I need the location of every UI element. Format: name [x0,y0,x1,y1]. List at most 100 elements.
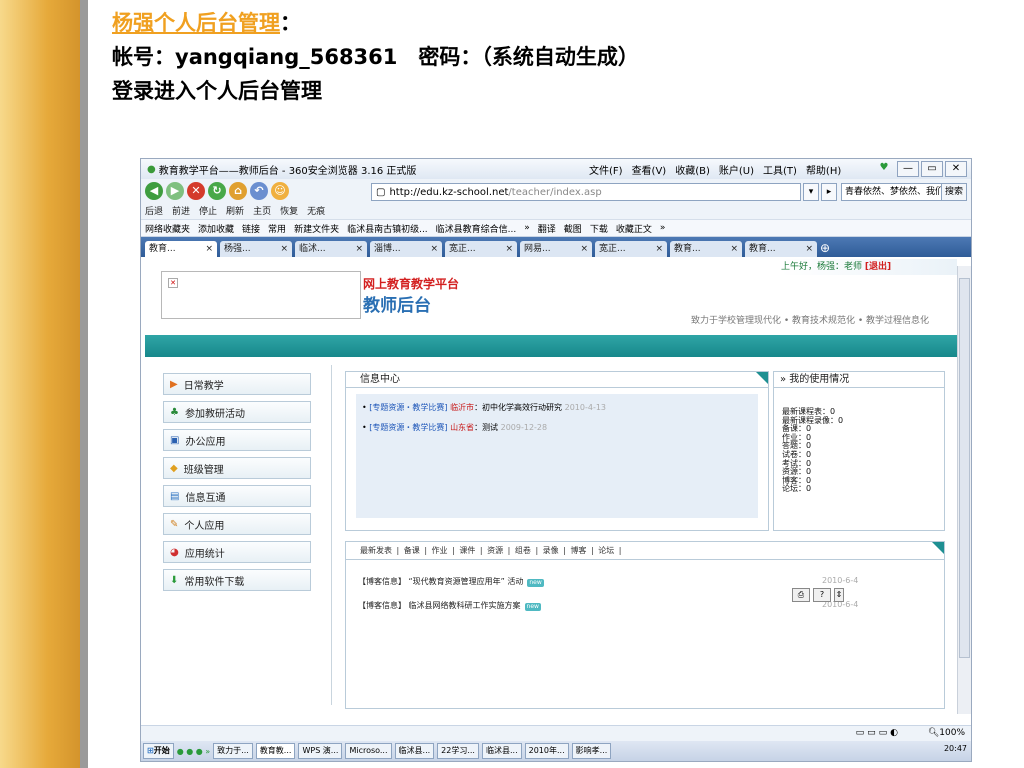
home-icon[interactable]: ⌂ [229,182,247,200]
spinner-icon[interactable]: ⇕ [834,588,844,602]
tab-7[interactable]: 宽正... × [595,241,667,257]
info-text[interactable]: ：测试 [474,423,498,432]
refresh-icon[interactable]: ↻ [208,182,226,200]
go-icon[interactable]: ▸ [821,183,837,201]
tab-close-icon[interactable]: × [430,241,438,257]
fav-linshu-info[interactable]: 临沭县教育综合信... [436,222,517,235]
list-item[interactable]: 【博客信息】 “现代教育资源管理应用年” 活动 new [358,576,544,587]
tab-9[interactable]: 教育... × [745,241,817,257]
task-2[interactable]: 教育教... [255,743,296,759]
address-bar[interactable]: ▢ http://edu.kz-school.net/teacher/index… [371,183,801,201]
menu-class-management[interactable]: ◆ 班级管理 [163,457,311,479]
stop-icon[interactable]: ✕ [187,182,205,200]
restore-icon[interactable]: ↶ [250,182,268,200]
zoom-level[interactable]: 🔍︎100% [928,728,965,738]
task-5[interactable]: 临沭县... [394,743,435,759]
fav-download[interactable]: 下载 [590,222,608,235]
menu-info-exchange[interactable]: ▤ 信息互通 [163,485,311,507]
search-input[interactable]: 青春依然、梦依然、我们 [841,183,943,201]
quicklaunch-icons[interactable]: ● ● ● » [177,747,210,756]
fav-new-folder[interactable]: 新建文件夹 [294,222,339,235]
scroll-thumb[interactable] [959,278,970,658]
usage-line: 论坛：0 [782,484,812,494]
info-center-title: 信息中心 [360,374,400,385]
fav-save-text[interactable]: 收藏正文 [616,222,652,235]
fav-nangu-school[interactable]: 临沭县南古镇初级... [347,222,428,235]
latest-tabs[interactable]: 最新发表 | 备课 | 作业 | 课件 | 资源 | 组卷 | 录像 | 博客 … [346,542,944,560]
menu-research-activity[interactable]: ♣ 参加教研活动 [163,401,311,423]
info-center-panel: 信息中心 • [专题资源・教学比赛] 临沂市：初中化学高效行动研究 2010-4… [345,371,769,531]
tab-5[interactable]: 宽正... × [445,241,517,257]
menu-daily-teaching[interactable]: ▶ 日常教学 [163,373,311,395]
vertical-scrollbar[interactable] [957,266,971,714]
slide-login-line: 登录进入个人后台管理 [112,79,322,103]
latest-tabs-text[interactable]: 最新发表 | 备课 | 作业 | 课件 | 资源 | 组卷 | 录像 | 博客 … [360,546,622,555]
forward-icon[interactable]: ▶ [166,182,184,200]
fav-screenshot[interactable]: 截图 [564,222,582,235]
fav-common[interactable]: 常用 [268,222,286,235]
menu-help[interactable]: 帮助(H) [806,162,841,177]
tab-1[interactable]: 教育... × [145,241,217,257]
menu-favorites[interactable]: 收藏(B) [675,162,710,177]
fav-add[interactable]: 添加收藏 [198,222,234,235]
task-7[interactable]: 临沭县... [481,743,522,759]
fav-more-right[interactable]: » [660,223,666,233]
latest-item-text[interactable]: 【博客信息】 “现代教育资源管理应用年” 活动 [358,577,523,586]
tab-close-icon[interactable]: × [805,241,813,257]
info-tag[interactable]: [专题资源・教学比赛] [369,403,447,412]
tab-close-icon[interactable]: × [205,241,213,257]
tab-6[interactable]: 网易... × [520,241,592,257]
fav-links[interactable]: 链接 [242,222,260,235]
menu-software-download[interactable]: ⬇ 常用软件下载 [163,569,311,591]
task-1[interactable]: 致力于... [213,743,253,759]
new-tab-icon[interactable]: ⊕ [820,239,830,257]
tab-close-icon[interactable]: × [280,241,288,257]
task-3[interactable]: WPS 演... [298,743,343,759]
maximize-icon[interactable]: ▭ [921,161,943,177]
dropdown-icon[interactable]: ▾ [803,183,819,201]
fav-translate[interactable]: 翻译 [538,222,556,235]
list-item[interactable]: • [专题资源・教学比赛] 山东省：测试 2009-12-28 [362,418,752,438]
fav-net-favorites[interactable]: 网络收藏夹 [145,222,190,235]
menu-account[interactable]: 账户(U) [719,162,754,177]
list-item[interactable]: 【博客信息】 临沭县网络教科研工作实施方案 new [358,600,541,611]
tab-close-icon[interactable]: × [505,241,513,257]
menu-statistics[interactable]: ◕ 应用统计 [163,541,311,563]
menu-personal-apps[interactable]: ✎ 个人应用 [163,513,311,535]
task-8[interactable]: 2010年... [524,743,569,759]
print-icon[interactable]: ⎙ [792,588,810,602]
menu-file[interactable]: 文件(F) [589,162,623,177]
help-icon[interactable]: ? [813,588,831,602]
tab-3[interactable]: 临沭... × [295,241,367,257]
menu-view[interactable]: 查看(V) [632,162,667,177]
menu-office-apps[interactable]: ▣ 办公应用 [163,429,311,451]
logout-link[interactable]: [退出] [865,262,891,272]
back-icon[interactable]: ◀ [145,182,163,200]
tab-close-icon[interactable]: × [355,241,363,257]
task-4[interactable]: Microso... [345,743,392,759]
tab-close-icon[interactable]: × [655,241,663,257]
tab-close-icon[interactable]: × [580,241,588,257]
tab-4[interactable]: 淄博... × [370,241,442,257]
skin-icon[interactable]: ♥ [873,161,895,177]
info-text[interactable]: ：初中化学高效行动研究 [474,403,562,412]
tab-close-icon[interactable]: × [730,241,738,257]
tab-bar: 教育... × 杨强... × 临沭... × 淄博... × 宽正... × 网易...… [141,237,971,257]
start-button[interactable]: ⊞开始 [143,743,174,759]
menu-tools[interactable]: 工具(T) [763,162,797,177]
search-button[interactable]: 搜索 [941,183,967,201]
minimize-icon[interactable]: — [897,161,919,177]
latest-item-text[interactable]: 【博客信息】 临沭县网络教科研工作实施方案 [358,601,521,610]
slide-title-link[interactable]: 杨强个人后台管理 [112,11,280,35]
browser-titlebar: ● 教育教学平台——教师后台 - 360安全浏览器 3.16 正式版 文件(F)… [141,159,971,179]
close-window-icon[interactable]: ✕ [945,161,967,177]
task-6[interactable]: 22学习... [437,743,479,759]
info-tag[interactable]: [专题资源・教学比赛] [369,423,447,432]
tab-2[interactable]: 杨强... × [220,241,292,257]
incognito-icon[interactable]: ☺ [271,182,289,200]
task-9[interactable]: 影响孝... [571,743,612,759]
list-item[interactable]: • [专题资源・教学比赛] 临沂市：初中化学高效行动研究 2010-4-13 [362,398,752,418]
fav-more[interactable]: » [524,223,530,233]
tab-8[interactable]: 教育... × [670,241,742,257]
status-icons[interactable]: ▭▭▭◐ [856,728,901,738]
